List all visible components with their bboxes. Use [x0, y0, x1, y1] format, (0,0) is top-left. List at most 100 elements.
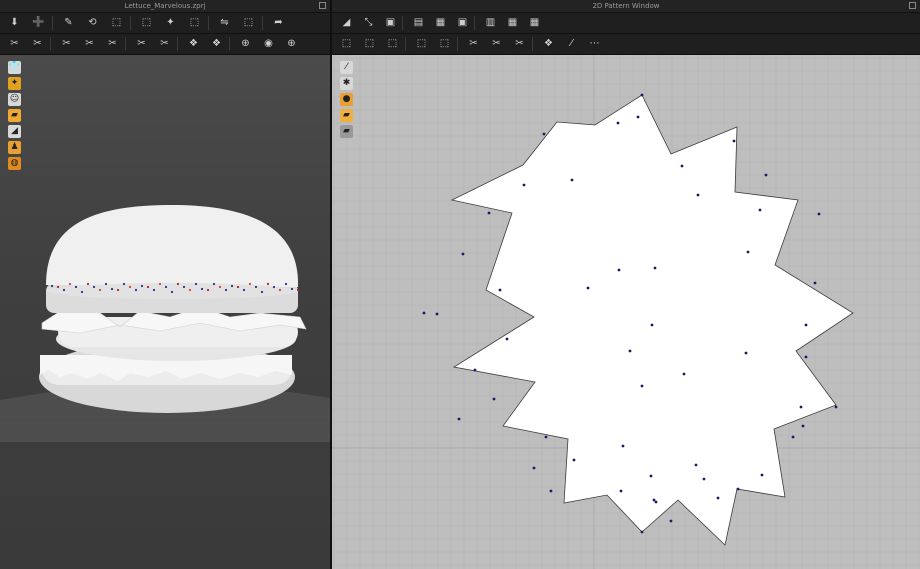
pattern-point[interactable] — [617, 268, 621, 272]
globe-tool-icon[interactable]: ◍ — [8, 157, 21, 170]
2d-pattern-window[interactable]: 2D Pattern Window ◢ ⤡ ▣ ▤ ▦ ▣ ▥ ▦ ▦ ⬚ ⬚ ⬚ ⬚ ⬚ ✂ ✂ ✂ ❖ ⁄ ⋯ … — [332, 0, 920, 569]
folder-tool-icon[interactable]: ▰ — [8, 109, 21, 122]
maximize-icon[interactable] — [319, 2, 326, 9]
toolbar-right-row2-tool-icon[interactable]: ⬚ — [415, 37, 428, 50]
toolbar-right-row1-tool-icon[interactable]: ▦ — [506, 16, 519, 29]
pattern-point[interactable] — [732, 139, 736, 143]
pattern-point[interactable] — [791, 435, 795, 439]
layer-tool-icon[interactable]: ◢ — [8, 125, 21, 138]
pattern-point[interactable] — [804, 323, 808, 327]
toolbar-left-row2-tool-icon[interactable]: ⊕ — [285, 37, 298, 50]
pattern-point[interactable] — [650, 323, 654, 327]
toolbar-right-row2-tool-icon[interactable]: ⬚ — [438, 37, 451, 50]
toolbar-left-row2-tool-icon[interactable]: ❖ — [210, 37, 223, 50]
person-tool-icon[interactable]: ♟ — [8, 141, 21, 154]
pattern-point[interactable] — [473, 368, 477, 372]
toolbar-right-row2-tool-icon[interactable]: ✂ — [467, 37, 480, 50]
toolbar-left-row1-tool-icon[interactable]: ✎ — [62, 16, 75, 29]
toolbar-right-row1-tool-icon[interactable]: ▣ — [384, 16, 397, 29]
pattern-point[interactable] — [570, 178, 574, 182]
maximize-icon[interactable] — [909, 2, 916, 9]
toolbar-left-row1-tool-icon[interactable]: ➦ — [272, 16, 285, 29]
toolbar-left-row2-tool-icon[interactable]: ✂ — [158, 37, 171, 50]
pattern-folder-icon[interactable]: ▰ — [340, 109, 353, 122]
fabric-tool-icon[interactable]: ✦ — [8, 77, 21, 90]
3d-garment-window[interactable]: Lettuce_Marvelous.zprj ⬇ ➕ ✎ ⟲ ⬚ ⬚ ✦ ⬚ ⇋ ⬚ ➦ ✂ ✂ ✂ ✂ ✂… — [0, 0, 330, 569]
pattern-point[interactable] — [653, 266, 657, 270]
toolbar-left-row1-tool-icon[interactable]: ⟲ — [86, 16, 99, 29]
pattern-point[interactable] — [422, 311, 426, 315]
toolbar-right-row1-tool-icon[interactable]: ▥ — [484, 16, 497, 29]
pattern-point[interactable] — [572, 458, 576, 462]
toolbar-left-row1-tool-icon[interactable]: ⬇ — [8, 16, 21, 29]
toolbar-right-row1-tool-icon[interactable]: ◢ — [340, 16, 353, 29]
3d-viewport[interactable]: 👕 ✦ ☺ ▰ ◢ ♟ ◍ — [0, 55, 330, 569]
toolbar-left-row1-tool-icon[interactable]: ⬚ — [140, 16, 153, 29]
pattern-point[interactable] — [636, 115, 640, 119]
toolbar-right-row2-tool-icon[interactable]: ✂ — [490, 37, 503, 50]
toolbar-right-row1-tool-icon[interactable]: ▦ — [528, 16, 541, 29]
stamp-tool-icon[interactable]: ● — [340, 93, 353, 106]
pattern-point[interactable] — [505, 337, 509, 341]
pattern-point[interactable] — [758, 208, 762, 212]
toolbar-right-row1-tool-icon[interactable]: ▣ — [456, 16, 469, 29]
toolbar-left-row1-tool-icon[interactable]: ⬚ — [188, 16, 201, 29]
toolbar-left-row2-tool-icon[interactable]: ⊕ — [239, 37, 252, 50]
pattern-point[interactable] — [696, 193, 700, 197]
pattern-point[interactable] — [542, 132, 546, 136]
toolbar-left-row2-tool-icon[interactable]: ✂ — [8, 37, 21, 50]
toolbar-left-row2-tool-icon[interactable]: ✂ — [31, 37, 44, 50]
pattern-point[interactable] — [522, 183, 526, 187]
pattern-point[interactable] — [487, 211, 491, 215]
avatar-tool-icon[interactable]: ☺ — [8, 93, 21, 106]
burger-avatar[interactable] — [39, 205, 307, 413]
pattern-point[interactable] — [435, 312, 439, 316]
pattern-point[interactable] — [492, 397, 496, 401]
pattern-point[interactable] — [682, 372, 686, 376]
toolbar-right-row2-tool-icon[interactable]: ⬚ — [340, 37, 353, 50]
pattern-point[interactable] — [640, 530, 644, 534]
pattern-point[interactable] — [680, 164, 684, 168]
toolbar-right-row1-tool-icon[interactable]: ▤ — [412, 16, 425, 29]
pattern-point[interactable] — [532, 466, 536, 470]
thread-tool-icon[interactable]: ✱ — [340, 77, 353, 90]
pattern-point[interactable] — [760, 473, 764, 477]
pattern-grey-icon[interactable]: ▰ — [340, 125, 353, 138]
pattern-point[interactable] — [694, 463, 698, 467]
pattern-point[interactable] — [498, 288, 502, 292]
toolbar-left-row1-tool-icon[interactable]: ⬚ — [110, 16, 123, 29]
pattern-point[interactable] — [649, 474, 653, 478]
brush-tool-icon[interactable]: ⁄ — [340, 61, 353, 74]
toolbar-right-row2-tool-icon[interactable]: ⬚ — [363, 37, 376, 50]
pattern-point[interactable] — [652, 498, 656, 502]
pattern-point[interactable] — [457, 417, 461, 421]
pattern-point[interactable] — [799, 405, 803, 409]
toolbar-right-row2-tool-icon[interactable]: ⋯ — [588, 37, 601, 50]
pattern-point[interactable] — [619, 489, 623, 493]
pattern-point[interactable] — [702, 477, 706, 481]
pattern-point[interactable] — [744, 351, 748, 355]
toolbar-right-row2-tool-icon[interactable]: ⬚ — [386, 37, 399, 50]
toolbar-right-row2-tool-icon[interactable]: ✂ — [513, 37, 526, 50]
toolbar-left-row2-tool-icon[interactable]: ✂ — [83, 37, 96, 50]
shirt-tool-icon[interactable]: 👕 — [8, 61, 21, 74]
pattern-point[interactable] — [764, 173, 768, 177]
toolbar-left-row2-tool-icon[interactable]: ◉ — [262, 37, 275, 50]
pattern-point[interactable] — [817, 212, 821, 216]
pattern-point[interactable] — [813, 281, 817, 285]
toolbar-right-row1-tool-icon[interactable]: ▦ — [434, 16, 447, 29]
toolbar-left-row2-tool-icon[interactable]: ❖ — [187, 37, 200, 50]
toolbar-left-row2-tool-icon[interactable]: ✂ — [106, 37, 119, 50]
toolbar-left-row1-tool-icon[interactable]: ➕ — [32, 16, 45, 29]
pattern-point[interactable] — [801, 424, 805, 428]
toolbar-right-row1-tool-icon[interactable]: ⤡ — [362, 16, 375, 29]
toolbar-left-row1-tool-icon[interactable]: ⬚ — [242, 16, 255, 29]
lettuce-pattern-piece[interactable] — [450, 94, 854, 546]
pattern-point[interactable] — [616, 121, 620, 125]
toolbar-left-row1-tool-icon[interactable]: ⇋ — [218, 16, 231, 29]
toolbar-left-row2-tool-icon[interactable]: ✂ — [135, 37, 148, 50]
toolbar-right-row2-tool-icon[interactable]: ⁄ — [565, 37, 578, 50]
pattern-point[interactable] — [640, 93, 644, 97]
pattern-point[interactable] — [549, 489, 553, 493]
pattern-point[interactable] — [544, 435, 548, 439]
